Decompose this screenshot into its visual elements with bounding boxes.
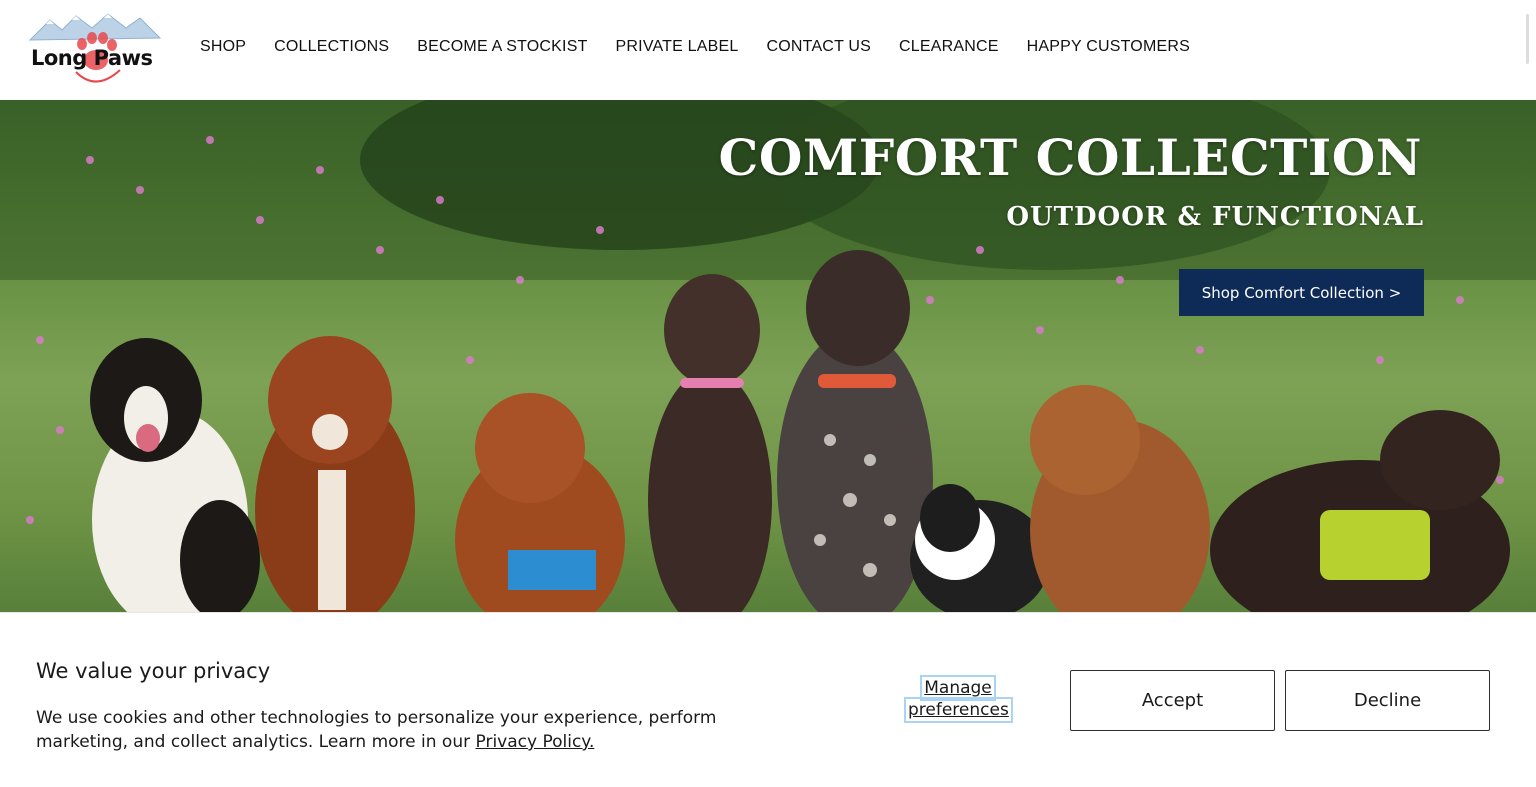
site-header: Long Paws SHOP COLLECTIONS BECOME A STOC…	[0, 0, 1536, 100]
accept-button[interactable]: Accept	[1070, 670, 1275, 731]
nav-become-a-stockist[interactable]: BECOME A STOCKIST	[417, 38, 587, 56]
privacy-title: We value your privacy	[36, 659, 271, 683]
privacy-policy-link[interactable]: Privacy Policy.	[476, 732, 595, 752]
cookie-consent-banner: We value your privacy We use cookies and…	[0, 612, 1536, 787]
privacy-description-text: We use cookies and other technologies to…	[36, 708, 717, 752]
main-nav: SHOP COLLECTIONS BECOME A STOCKIST PRIVA…	[200, 38, 1218, 56]
manage-preferences-line1: Manage	[920, 675, 996, 701]
nav-private-label[interactable]: PRIVATE LABEL	[616, 38, 739, 56]
hero-title: COMFORT COLLECTION	[718, 128, 1422, 187]
nav-contact-us[interactable]: CONTACT US	[767, 38, 872, 56]
manage-preferences-button[interactable]: Manage preferences	[904, 675, 1013, 723]
site-logo[interactable]: Long Paws	[28, 10, 164, 86]
hero-banner: COMFORT COLLECTION OUTDOOR & FUNCTIONAL …	[0, 100, 1536, 612]
page-scrollbar[interactable]	[1522, 0, 1536, 100]
nav-clearance[interactable]: CLEARANCE	[899, 38, 999, 56]
hero-subtitle: OUTDOOR & FUNCTIONAL	[1006, 202, 1424, 232]
scrollbar-thumb[interactable]	[1526, 14, 1529, 64]
nav-happy-customers[interactable]: HAPPY CUSTOMERS	[1027, 38, 1190, 56]
nav-shop[interactable]: SHOP	[200, 38, 246, 56]
decline-button[interactable]: Decline	[1285, 670, 1490, 731]
manage-preferences-line2: preferences	[904, 697, 1013, 723]
shop-comfort-collection-button[interactable]: Shop Comfort Collection >	[1179, 269, 1424, 316]
nav-collections[interactable]: COLLECTIONS	[274, 38, 389, 56]
logo-wordmark: Long Paws	[31, 46, 153, 70]
privacy-description: We use cookies and other technologies to…	[36, 706, 736, 754]
